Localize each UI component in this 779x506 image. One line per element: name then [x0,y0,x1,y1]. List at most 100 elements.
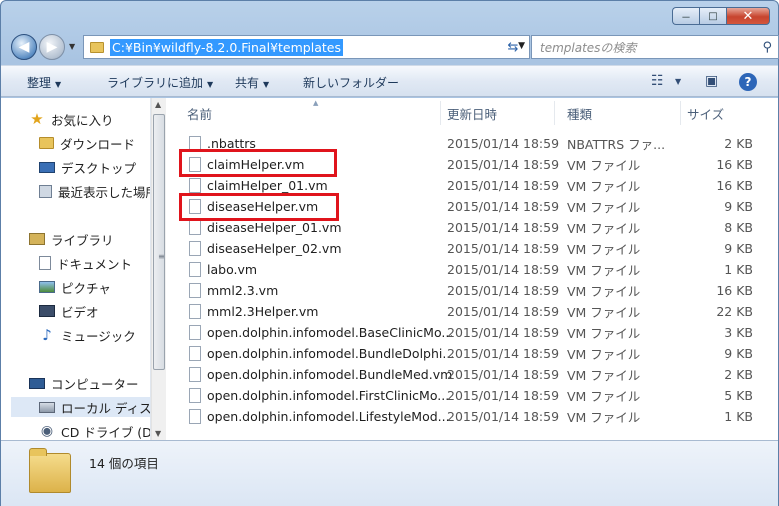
nav-item-documents[interactable]: ドキュメント [39,253,132,273]
file-type: VM ファイル [567,157,641,173]
file-size: 16 KB [716,282,753,298]
file-type: VM ファイル [567,325,641,341]
file-row[interactable]: open.dolphin.infomodel.BundleMed.vm 2015/… [189,364,759,384]
close-button[interactable]: ✕ [726,7,770,25]
file-modified-date: 2015/01/14 18:59 [447,240,560,256]
file-name: mml2.3.vm [207,282,279,298]
file-modified-date: 2015/01/14 18:59 [447,345,560,361]
folder-icon [29,448,71,493]
navigation-scrollbar[interactable]: ▲ ≡ ▼ [151,98,166,440]
nav-item-desktop[interactable]: デスクトップ [39,157,136,177]
file-type: VM ファイル [567,346,641,362]
file-icon [189,408,201,424]
maximize-button[interactable]: □ [699,7,726,25]
video-icon [39,305,55,317]
downloads-folder-icon [39,137,54,149]
file-icon [189,303,201,319]
search-input[interactable]: templatesの検索 [540,39,636,56]
nav-item-videos[interactable]: ビデオ [39,301,99,321]
highlight-box-claimhelper [179,149,337,177]
file-modified-date: 2015/01/14 18:59 [447,387,560,403]
file-type: VM ファイル [567,388,641,404]
nav-item-pictures[interactable]: ピクチャ [39,277,111,297]
navigation-pane: ★ お気に入り ダウンロード デスクトップ 最近表示した場所 ライブラリ ドキュメ… [9,98,151,440]
arrow-right-icon: ▶ [46,39,58,55]
new-folder-button[interactable]: 新しいフォルダー [303,74,399,91]
file-type: VM ファイル [567,241,641,257]
file-row[interactable]: mml2.3.vm 2015/01/14 18:59 VM ファイル 16 KB [189,280,759,300]
file-icon [189,387,201,403]
file-row[interactable]: open.dolphin.infomodel.BaseClinicMo... 20… [189,322,759,342]
file-name: open.dolphin.infomodel.BundleMed.vm [207,366,453,382]
scrollbar-thumb[interactable]: ≡ [153,114,165,370]
address-bar[interactable]: C:¥Bin¥wildfly-8.2.0.Final¥templates ▼ [83,35,530,59]
file-name: open.dolphin.infomodel.LifestyleMod... [207,408,450,424]
file-name: labo.vm [207,261,258,277]
new-folder-label: 新しいフォルダー [303,76,400,90]
refresh-button[interactable]: ⇆ [501,35,525,59]
forward-button[interactable]: ▶ [39,34,65,60]
file-type: NBATTRS ファ... [567,136,666,152]
organize-label: 整理 [27,76,52,90]
column-label: サイズ [687,106,725,122]
file-type: VM ファイル [567,409,641,425]
file-modified-date: 2015/01/14 18:59 [447,282,560,298]
file-size: 22 KB [716,303,753,319]
file-type: VM ファイル [567,262,641,278]
column-header-size[interactable]: サイズ [675,101,755,125]
search-icon[interactable]: ⚲ [762,40,772,55]
file-name: claimHelper_01.vm [207,177,328,193]
recent-pages-dropdown[interactable]: ▼ [69,42,75,51]
nav-item-music[interactable]: ♪ ミュージック [39,325,136,345]
nav-label: ビデオ [61,304,99,320]
file-row[interactable]: claimHelper_01.vm 2015/01/14 18:59 VM ファイル… [189,175,759,195]
minimize-button[interactable]: － [672,7,699,25]
nav-item-recent[interactable]: 最近表示した場所 [39,181,151,201]
chevron-down-icon[interactable]: ▼ [675,77,681,86]
help-icon[interactable]: ? [739,73,757,91]
file-row[interactable]: open.dolphin.infomodel.LifestyleMod... 20… [189,406,759,426]
file-type: VM ファイル [567,199,641,215]
column-header-type[interactable]: 種類 [555,101,681,125]
nav-item-libraries[interactable]: ライブラリ [29,229,114,249]
file-row[interactable]: open.dolphin.infomodel.FirstClinicMo... 2… [189,385,759,405]
search-box[interactable]: templatesの検索 ⚲ [531,35,779,59]
file-modified-date: 2015/01/14 18:59 [447,198,560,214]
file-row[interactable]: mml2.3Helper.vm 2015/01/14 18:59 VM ファイル 22… [189,301,759,321]
preview-pane-icon[interactable]: ▣ [705,73,718,89]
nav-label: 最近表示した場所 [58,184,151,200]
nav-item-local-disk[interactable]: ローカル ディスク [11,397,151,417]
scroll-up-icon[interactable]: ▲ [155,100,161,109]
nav-label: ローカル ディスク [61,400,151,416]
nav-label: お気に入り [51,112,114,128]
nav-label: ライブラリ [51,232,114,248]
scroll-down-icon[interactable]: ▼ [155,429,161,438]
chevron-down-icon: ▼ [263,80,270,89]
nav-label: コンピューター [51,376,139,392]
address-path[interactable]: C:¥Bin¥wildfly-8.2.0.Final¥templates [110,38,343,56]
file-row[interactable]: diseaseHelper_02.vm 2015/01/14 18:59 VM ファ… [189,238,759,258]
nav-item-favorites[interactable]: ★ お気に入り [29,109,114,129]
column-header-name[interactable]: ▲ 名前 [175,99,441,125]
computer-icon [29,377,45,389]
add-to-library-button[interactable]: ライブラリに追加 ▼ [107,74,213,91]
file-row[interactable]: labo.vm 2015/01/14 18:59 VM ファイル 1 KB [189,259,759,279]
document-icon [39,256,51,270]
nav-item-computer[interactable]: コンピューター [29,373,139,393]
view-options-icon[interactable]: ☷ [651,73,664,89]
column-header-modified[interactable]: 更新日時 [435,101,555,125]
share-button[interactable]: 共有 ▼ [235,74,269,91]
file-icon [189,177,201,193]
back-button[interactable]: ◀ [11,34,37,60]
nav-item-downloads[interactable]: ダウンロード [39,133,135,153]
file-icon [189,282,201,298]
content-area: ★ お気に入り ダウンロード デスクトップ 最近表示した場所 ライブラリ ドキュメ… [1,98,778,440]
file-modified-date: 2015/01/14 18:59 [447,177,560,193]
file-row[interactable]: open.dolphin.infomodel.BundleDolphi... 20… [189,343,759,363]
file-list: ▲ 名前 更新日時 種類 サイズ .nbattrs 2015/01/14 18:59… [167,98,777,440]
nav-label: ピクチャ [61,280,111,296]
organize-button[interactable]: 整理 ▼ [27,74,61,91]
nav-item-cd-drive[interactable]: ◉ CD ドライブ (D [39,421,150,440]
column-label: 名前 [187,106,213,122]
file-modified-date: 2015/01/14 18:59 [447,156,560,172]
